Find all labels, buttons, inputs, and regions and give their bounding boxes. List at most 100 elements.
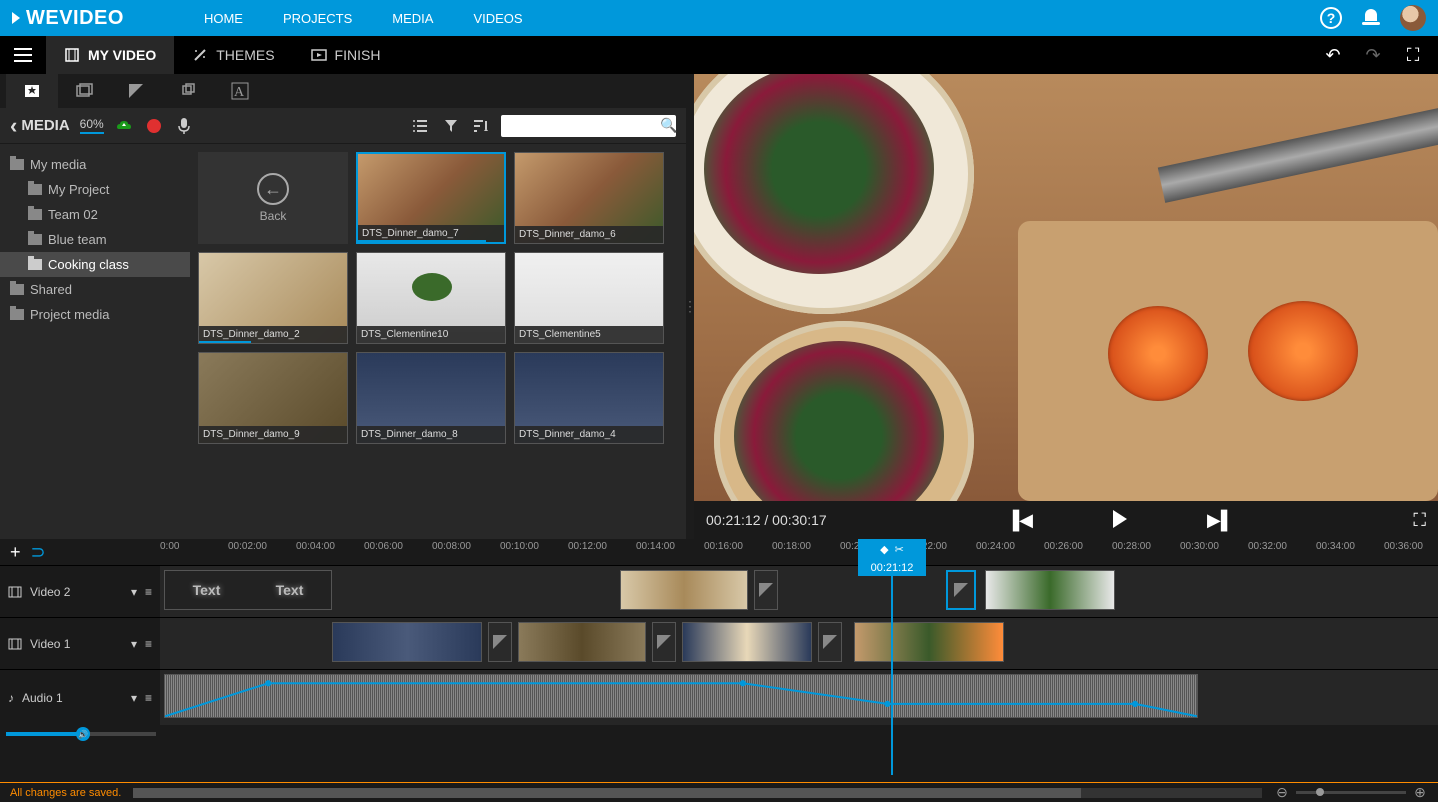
media-breadcrumb[interactable]: MEDIA — [10, 113, 70, 139]
track-body[interactable]: TextText — [160, 566, 1438, 617]
search-input[interactable] — [505, 119, 660, 133]
audio-envelope[interactable] — [165, 675, 1197, 720]
folder-my-media[interactable]: My media — [0, 152, 190, 177]
clip-item[interactable]: DTS_Dinner_damo_9 — [198, 352, 348, 444]
help-icon[interactable]: ? — [1320, 7, 1342, 29]
asset-tab-images[interactable] — [58, 74, 110, 108]
filter-icon[interactable] — [441, 116, 461, 136]
track-chevron-icon[interactable]: ▾ — [131, 637, 137, 651]
record-icon[interactable] — [144, 116, 164, 136]
track-chevron-icon[interactable]: ▾ — [131, 691, 137, 705]
timeline-transition[interactable] — [488, 622, 512, 662]
nav-projects[interactable]: PROJECTS — [283, 11, 352, 26]
clip-item[interactable]: DTS_Dinner_damo_2 — [198, 252, 348, 344]
add-track-icon[interactable]: + — [10, 542, 21, 563]
timeline-clip[interactable] — [620, 570, 748, 610]
user-avatar[interactable] — [1400, 5, 1426, 31]
folder-icon — [28, 209, 42, 220]
clip-item[interactable]: DTS_Dinner_damo_7 — [356, 152, 506, 244]
asset-tab-graphics[interactable] — [162, 74, 214, 108]
fullscreen-icon[interactable]: ⛶ — [1402, 44, 1424, 66]
folder-team02[interactable]: Team 02 — [0, 202, 190, 227]
asset-tab-media[interactable] — [6, 74, 58, 108]
folder-shared[interactable]: Shared — [0, 277, 190, 302]
prev-icon[interactable]: ▐◀ — [1006, 510, 1033, 531]
ruler-tick: 00:26:00 — [1044, 541, 1083, 552]
track-menu-icon[interactable]: ≡ — [145, 585, 152, 599]
list-view-icon[interactable] — [411, 116, 431, 136]
track-video2: Video 2 ▾ ≡ TextText — [0, 565, 1438, 617]
track-menu-icon[interactable]: ≡ — [145, 691, 152, 705]
play-icon[interactable] — [1113, 510, 1127, 528]
marker-icon[interactable]: ◆ — [880, 543, 888, 556]
scene-bowl — [694, 74, 974, 314]
track-menu-icon[interactable]: ≡ — [145, 637, 152, 651]
folder-cooking-class[interactable]: Cooking class — [0, 252, 190, 277]
track-header[interactable]: Video 1 ▾ ≡ — [0, 618, 160, 669]
magnet-icon[interactable]: ⊃ — [31, 542, 46, 563]
timeline-clip[interactable] — [332, 622, 482, 662]
tab-themes[interactable]: THEMES — [174, 36, 292, 74]
menu-button[interactable] — [0, 36, 46, 74]
preview-fullscreen-icon[interactable]: ⛶ — [1413, 510, 1426, 531]
top-bar: WEVIDEO HOME PROJECTS MEDIA VIDEOS ? — [0, 0, 1438, 36]
asset-tab-text[interactable]: A — [214, 74, 266, 108]
timeline-clip[interactable] — [854, 622, 1004, 662]
zoom-in-icon[interactable]: ⊕ — [1412, 785, 1428, 801]
notifications-icon[interactable] — [1362, 9, 1380, 27]
mic-icon[interactable] — [174, 116, 194, 136]
volume-slider[interactable]: 🔊 — [6, 732, 156, 736]
nav-home[interactable]: HOME — [204, 11, 243, 26]
clip-item[interactable]: DTS_Dinner_damo_6 — [514, 152, 664, 244]
timeline-clip[interactable] — [985, 570, 1115, 610]
volume-thumb-icon[interactable]: 🔊 — [76, 727, 90, 741]
playhead[interactable]: ◆ ✂ 00:21:12 — [858, 539, 926, 576]
timeline-clip[interactable] — [682, 622, 812, 662]
scrollbar-thumb[interactable] — [133, 788, 1081, 798]
tab-finish[interactable]: FINISH — [293, 36, 399, 74]
track-chevron-icon[interactable]: ▾ — [131, 585, 137, 599]
logo[interactable]: WEVIDEO — [12, 7, 124, 30]
timeline: + ⊃ 0:0000:02:0000:04:0000:06:0000:08:00… — [0, 539, 1438, 802]
folder-my-project[interactable]: My Project — [0, 177, 190, 202]
timeline-transition[interactable] — [652, 622, 676, 662]
next-icon[interactable]: ▶▌ — [1207, 510, 1234, 531]
folder-blue-team[interactable]: Blue team — [0, 227, 190, 252]
redo-icon[interactable]: ↷ — [1362, 44, 1384, 66]
track-body[interactable] — [160, 670, 1438, 725]
clip-item[interactable]: DTS_Dinner_damo_4 — [514, 352, 664, 444]
track-body[interactable] — [160, 618, 1438, 669]
asset-tab-transitions[interactable] — [110, 74, 162, 108]
timeline-text-clip[interactable]: TextText — [164, 570, 332, 610]
pane-divider[interactable] — [686, 74, 694, 539]
clip-item[interactable]: DTS_Dinner_damo_8 — [356, 352, 506, 444]
clip-item[interactable]: DTS_Clementine5 — [514, 252, 664, 344]
timeline-audio-clip[interactable] — [164, 674, 1198, 718]
track-header[interactable]: ♪ Audio 1 ▾ ≡ — [0, 670, 160, 725]
timeline-transition[interactable] — [818, 622, 842, 662]
tab-my-video[interactable]: MY VIDEO — [46, 36, 174, 74]
upload-icon[interactable] — [114, 116, 134, 136]
preview-viewport[interactable] — [694, 74, 1438, 501]
zoom-out-icon[interactable]: ⊖ — [1274, 785, 1290, 801]
media-search[interactable]: 🔍 — [501, 115, 676, 137]
clip-item[interactable]: DTS_Clementine10 — [356, 252, 506, 344]
ruler-tick: 00:12:00 — [568, 541, 607, 552]
back-tile[interactable]: ← Back — [198, 152, 348, 244]
timeline-ruler[interactable]: 0:0000:02:0000:04:0000:06:0000:08:0000:1… — [160, 539, 1438, 559]
timeline-transition-selected[interactable] — [946, 570, 976, 610]
nav-media[interactable]: MEDIA — [392, 11, 433, 26]
folder-project-media[interactable]: Project media — [0, 302, 190, 327]
timeline-scrollbar[interactable] — [133, 788, 1262, 798]
folder-icon — [28, 259, 42, 270]
undo-icon[interactable]: ↶ — [1322, 44, 1344, 66]
zoom-slider[interactable] — [1296, 791, 1406, 794]
ruler-tick: 00:32:00 — [1248, 541, 1287, 552]
nav-videos[interactable]: VIDEOS — [473, 11, 522, 26]
storage-usage[interactable]: 60% — [80, 117, 104, 134]
track-header[interactable]: Video 2 ▾ ≡ — [0, 566, 160, 617]
timeline-transition[interactable] — [754, 570, 778, 610]
sort-icon[interactable] — [471, 116, 491, 136]
timeline-clip[interactable] — [518, 622, 646, 662]
cut-icon[interactable]: ✂ — [895, 543, 904, 556]
